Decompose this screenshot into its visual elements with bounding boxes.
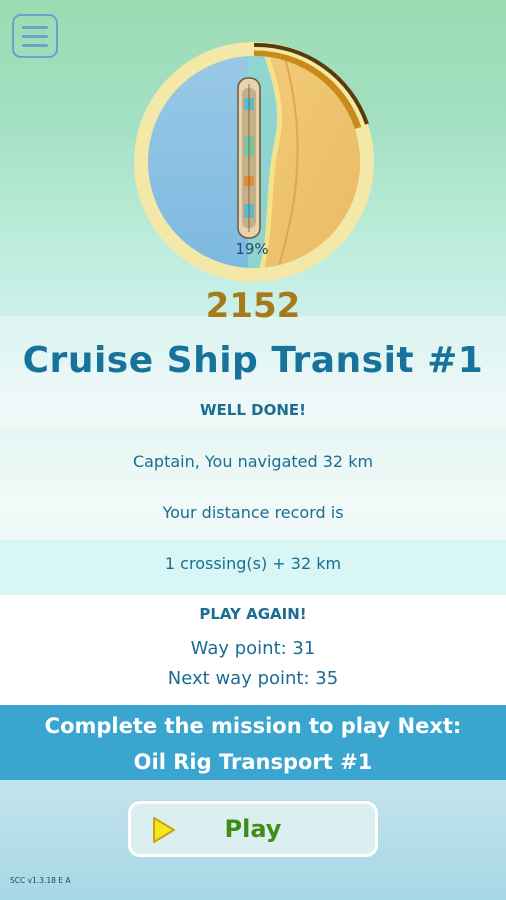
play-button-label: Play <box>224 815 282 843</box>
record-value: 1 crossing(s) + 32 km <box>164 554 342 573</box>
result-text: WELL DONE! <box>200 401 306 419</box>
play-button[interactable]: Play <box>128 801 378 857</box>
cruise-ship-icon <box>237 77 261 239</box>
hamburger-menu-icon[interactable] <box>12 14 58 58</box>
version-label: SCC v1.3.18 E A <box>10 876 71 885</box>
next-mission-banner: Complete the mission to play Next: Oil R… <box>0 705 506 780</box>
progress-percent: 19% <box>235 240 268 258</box>
menu-line <box>22 25 48 29</box>
record-label: Your distance record is <box>162 503 344 522</box>
next-mission-prompt: Complete the mission to play Next: <box>44 714 462 738</box>
mission-title: Cruise Ship Transit #1 <box>22 340 484 381</box>
next-mission-name: Oil Rig Transport #1 <box>133 750 373 774</box>
menu-line <box>22 43 48 47</box>
next-way-point: Next way point: 35 <box>167 668 339 689</box>
navigated-text: Captain, You navigated 32 km <box>132 452 374 471</box>
progress-ring: 19% <box>134 42 374 282</box>
way-point: Way point: 31 <box>190 638 316 659</box>
score: 2152 <box>205 286 301 326</box>
menu-line <box>22 34 48 38</box>
play-again-text: PLAY AGAIN! <box>199 605 307 623</box>
